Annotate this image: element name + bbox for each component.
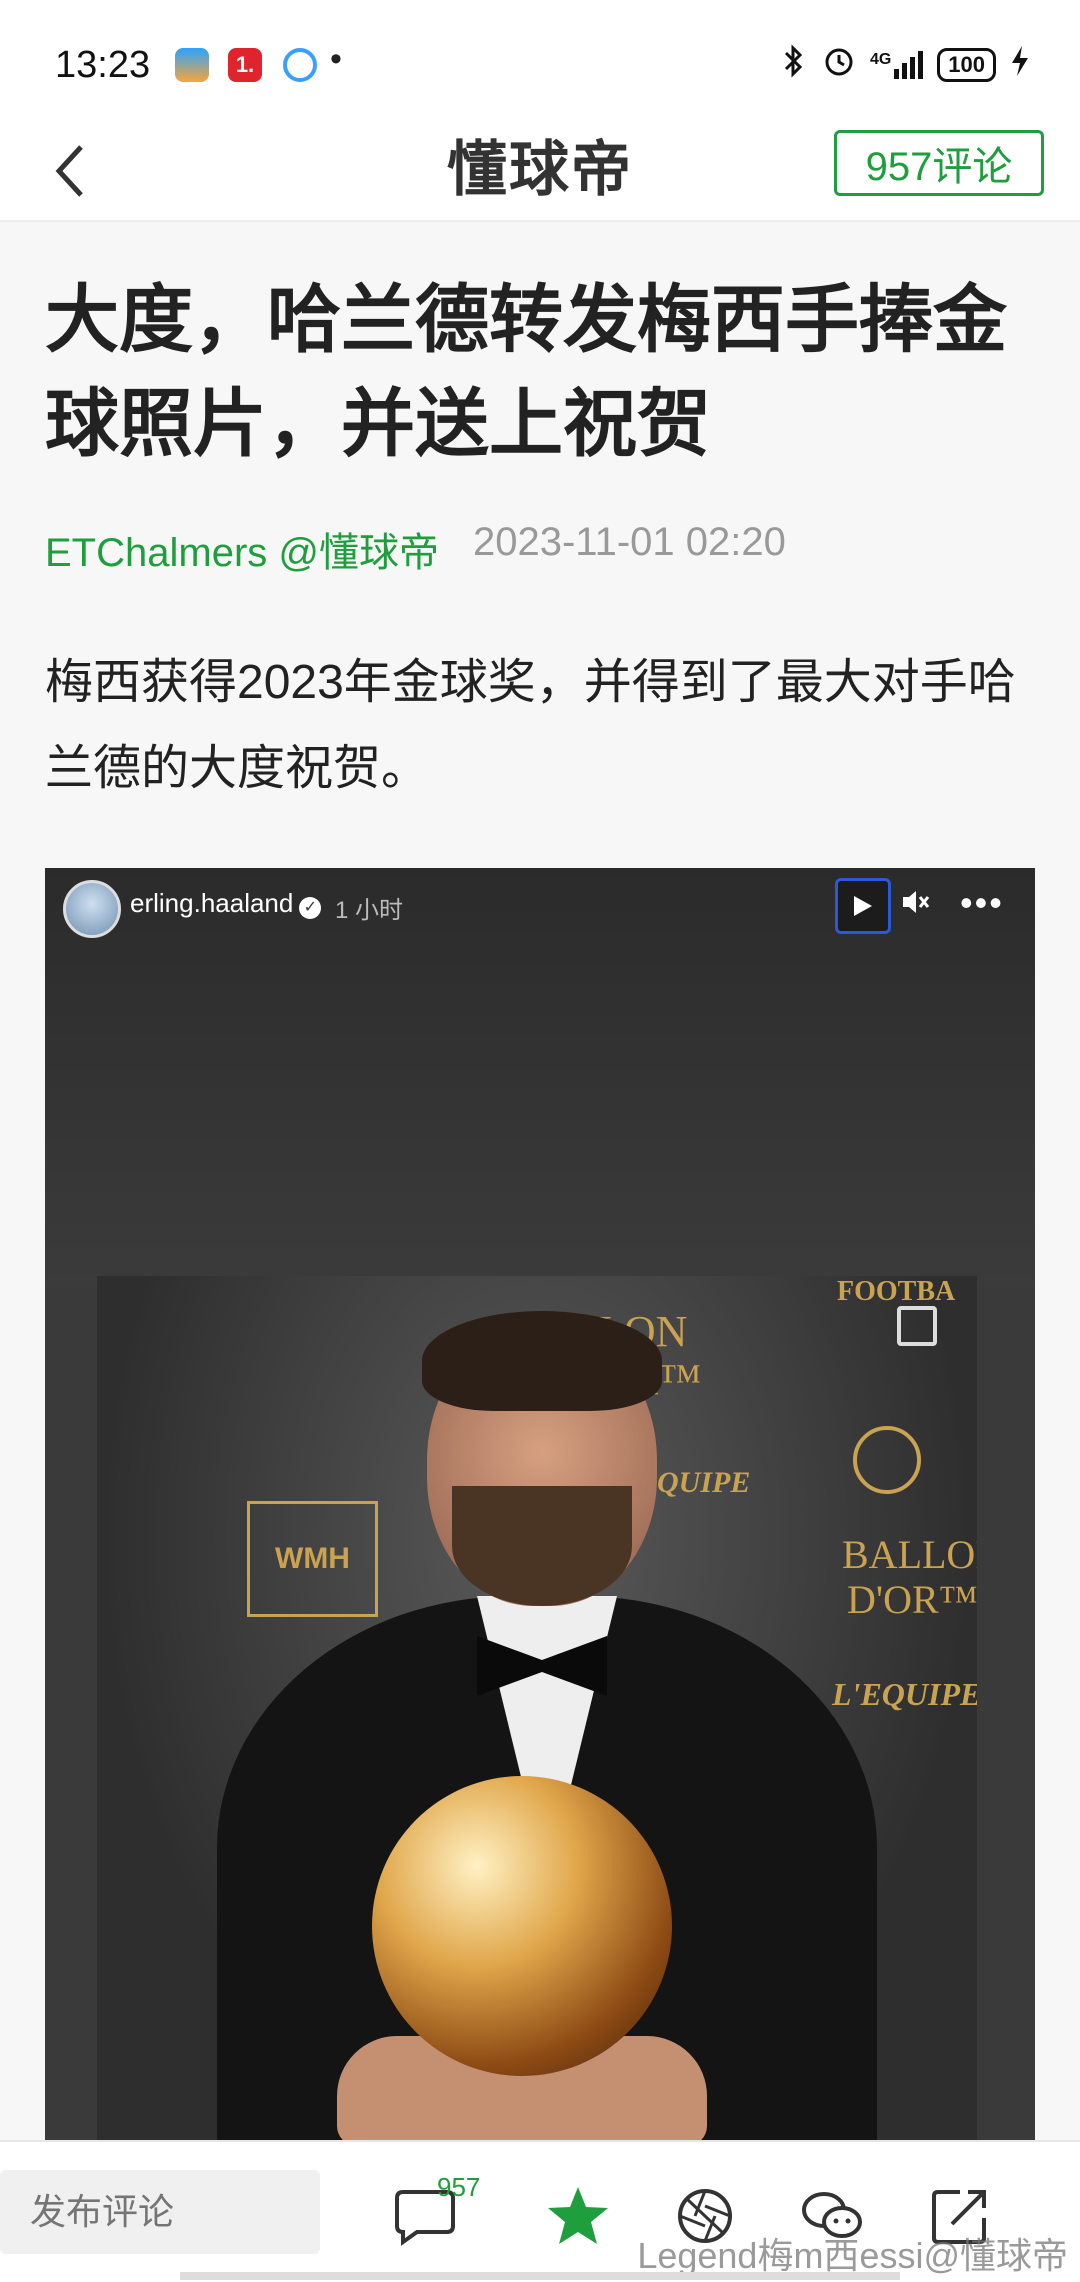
app-notification-icon-blue: [283, 48, 317, 82]
article-title: 大度，哈兰德转发梅西手捧金球照片，并送上祝贺: [45, 278, 1007, 465]
post-username-text: erling.haaland: [130, 888, 294, 918]
photo-text-football: FOOTBA: [837, 1276, 956, 1307]
author-link[interactable]: ETChalmers @懂球帝: [45, 520, 439, 578]
charging-icon: [1010, 44, 1030, 85]
comment-count-badge: 957: [437, 2172, 481, 2202]
photo-text-dor-side: D'OR™: [847, 1577, 977, 1622]
messi-ballon-dor-photo: FOOTBA LON OR™ WMH QUIPE BALLOI D'OR™ L'…: [97, 1276, 977, 2143]
favorite-button[interactable]: [546, 2184, 610, 2248]
home-indicator: [180, 2272, 900, 2280]
golden-ball-trophy: [372, 1776, 672, 2076]
publish-date: 2023-11-01 02:20: [472, 520, 786, 564]
post-username[interactable]: erling.haaland ✓: [130, 888, 322, 919]
ballon-dor-logo-icon: [853, 1426, 921, 1494]
person-hair: [422, 1311, 662, 1411]
nav-bar: 懂球帝 957评论: [0, 130, 1080, 222]
battery-indicator: 100: [937, 47, 996, 82]
comment-count-button[interactable]: 957评论: [834, 130, 1044, 196]
photo-text-ballon-side: BALLOI: [842, 1532, 977, 1577]
status-bar: 13:23 1. • 4G 100: [0, 0, 1080, 130]
alarm-icon: [822, 44, 856, 85]
speaker-muted-icon: [903, 891, 930, 913]
article-meta: ETChalmers @懂球帝 2023-11-01 02:20: [45, 520, 786, 578]
more-options-icon[interactable]: •••: [960, 882, 1004, 924]
embedded-instagram-post[interactable]: erling.haaland✓ 1 小时 ••• FOOTBA LON OR™ …: [45, 868, 1035, 2143]
status-time: 13:23: [55, 44, 151, 86]
article-body: 梅西获得2023年金球奖，并得到了最大对手哈兰德的大度祝贺。: [45, 656, 1016, 795]
avatar[interactable]: [63, 880, 121, 938]
mute-button[interactable]: [901, 888, 931, 923]
photo-text-equipe-top: QUIPE: [657, 1466, 751, 1499]
bottom-action-bar: 957 Legend梅m西essi@懂球帝: [0, 2140, 1080, 2282]
play-button[interactable]: [835, 878, 891, 934]
multiple-images-icon: [897, 1306, 937, 1346]
photo-text-equipe-bottom: L'EQUIPE: [832, 1676, 977, 1712]
app-notification-icon: [175, 48, 209, 82]
notification-dot: •: [330, 40, 342, 78]
app-notification-icon-red: 1.: [228, 48, 262, 82]
star-icon: [548, 2187, 608, 2244]
status-right-group: 4G 100: [780, 44, 1030, 85]
comment-input[interactable]: [0, 2170, 320, 2254]
photo-text-wmh: WMH: [247, 1501, 378, 1617]
person-beard: [452, 1486, 632, 1606]
play-icon: [854, 896, 872, 916]
bluetooth-icon: [780, 44, 808, 85]
network-type-label: 4G: [869, 50, 892, 68]
signal-icon: 4G: [869, 50, 924, 79]
post-time: 1 小时: [335, 897, 404, 924]
verified-badge-icon: ✓: [299, 897, 322, 919]
